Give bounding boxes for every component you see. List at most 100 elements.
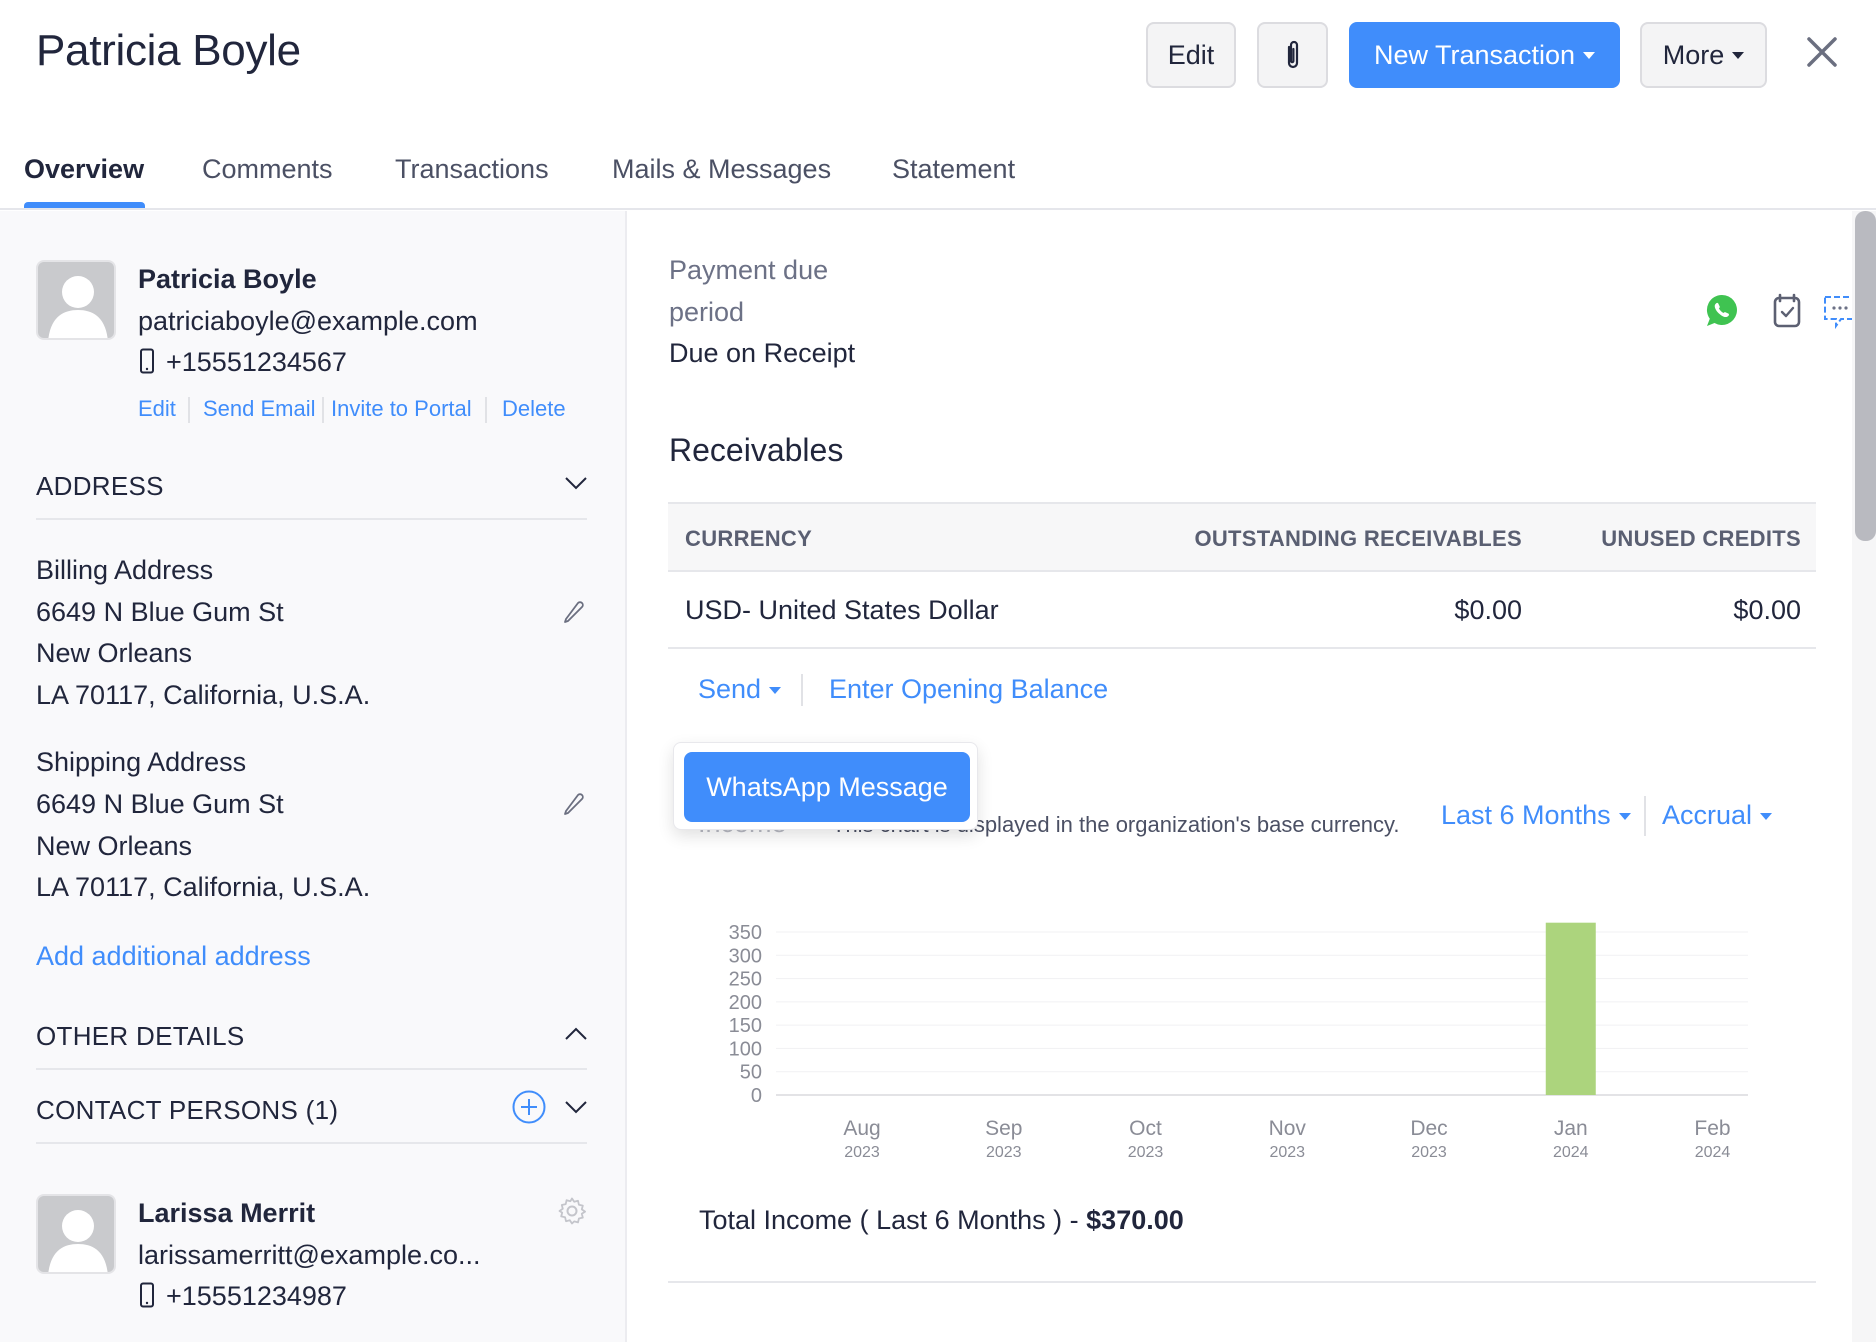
add-contact-person-icon[interactable]: [511, 1089, 547, 1125]
contact-name: Patricia Boyle: [138, 264, 317, 294]
contact-edit-link[interactable]: Edit: [138, 396, 176, 422]
separator: [322, 397, 324, 423]
y-tick-label: 350: [729, 922, 762, 944]
tab-mails-messages[interactable]: Mails & Messages: [612, 154, 831, 185]
x-tick-label: Dec: [1410, 1117, 1447, 1140]
contact-person-phone-row: +15551234987: [138, 1281, 347, 1312]
delete-contact-link[interactable]: Delete: [502, 396, 566, 422]
x-tick-label: Sep: [985, 1117, 1022, 1140]
enter-opening-balance-link[interactable]: Enter Opening Balance: [829, 674, 1108, 705]
total-income-value: $370.00: [1086, 1205, 1184, 1235]
caret-down-icon: [1760, 813, 1773, 821]
y-tick-label: 200: [729, 992, 762, 1014]
more-button[interactable]: More: [1640, 22, 1767, 88]
contact-persons-section-heading[interactable]: CONTACT PERSONS (1): [36, 1095, 338, 1126]
edit-billing-address-icon[interactable]: [562, 599, 584, 623]
chevron-up-icon[interactable]: [564, 1027, 588, 1041]
invite-to-portal-link[interactable]: Invite to Portal: [331, 396, 472, 422]
mobile-phone-icon: [140, 348, 154, 374]
x-tick-label: Oct: [1129, 1117, 1162, 1140]
divider: [36, 1142, 587, 1144]
x-tick-label: Aug: [843, 1117, 880, 1140]
currency-cell: USD- United States Dollar: [685, 595, 999, 625]
billing-address-line: 6649 N Blue Gum St: [36, 597, 284, 627]
settings-gear-icon[interactable]: [557, 1196, 587, 1226]
contact-person-avatar: [36, 1194, 116, 1274]
send-email-link[interactable]: Send Email: [203, 396, 316, 422]
user-placeholder-icon: [48, 276, 108, 338]
x-tick-label: Feb: [1694, 1117, 1730, 1140]
edit-button-label: Edit: [1167, 39, 1215, 70]
address-section-heading[interactable]: ADDRESS: [36, 471, 164, 502]
contact-sidebar: Patricia Boyle patriciaboyle@example.com…: [0, 211, 627, 1342]
tab-bar: Overview Comments Transactions Mails & M…: [0, 140, 1876, 330]
chevron-down-icon[interactable]: [564, 1100, 588, 1114]
outstanding-cell: $0.00: [1454, 595, 1522, 625]
basis-dropdown[interactable]: Accrual: [1662, 800, 1773, 831]
edit-button[interactable]: Edit: [1146, 22, 1236, 88]
contact-email: patriciaboyle@example.com: [138, 306, 478, 336]
scrollbar-thumb[interactable]: [1855, 211, 1876, 541]
new-transaction-label: New Transaction: [1373, 39, 1576, 70]
attach-button[interactable]: [1257, 22, 1328, 88]
new-transaction-button[interactable]: New Transaction: [1349, 22, 1620, 88]
send-dropdown-button[interactable]: Send: [698, 674, 782, 705]
send-label: Send: [698, 674, 762, 704]
x-tick-year-label: 2023: [986, 1144, 1022, 1161]
tab-transactions[interactable]: Transactions: [395, 154, 549, 185]
column-header-unused-credits: UNUSED CREDITS: [1601, 526, 1801, 551]
payment-due-label-line1: Payment due: [669, 255, 829, 285]
shipping-address-line: New Orleans: [36, 831, 193, 861]
table-row: USD- United States Dollar $0.00 $0.00: [668, 572, 1816, 649]
billing-address-line: LA 70117, California, U.S.A.: [36, 680, 371, 710]
x-tick-year-label: 2024: [1553, 1144, 1589, 1161]
payment-due-label-line2: period: [669, 297, 745, 327]
avatar: [36, 260, 116, 340]
contact-person-phone: +15551234987: [166, 1281, 347, 1311]
payment-due-value: Due on Receipt: [669, 338, 856, 368]
y-tick-label: 250: [729, 969, 762, 991]
tab-overview[interactable]: Overview: [24, 154, 144, 185]
billing-address-line: New Orleans: [36, 638, 193, 668]
x-tick-label: Jan: [1554, 1117, 1588, 1140]
chevron-down-icon[interactable]: [564, 476, 588, 490]
more-button-label: More: [1662, 39, 1725, 70]
edit-shipping-address-icon[interactable]: [562, 791, 584, 815]
send-dropdown-menu: WhatsApp Message: [673, 742, 978, 830]
column-header-outstanding: OUTSTANDING RECEIVABLES: [1194, 526, 1522, 551]
separator: [1644, 796, 1646, 836]
column-header-currency: CURRENCY: [685, 526, 813, 551]
close-button[interactable]: [1802, 32, 1842, 72]
period-label: Last 6 Months: [1441, 800, 1611, 830]
receivables-table-header: CURRENCY OUTSTANDING RECEIVABLES UNUSED …: [668, 502, 1816, 572]
billing-address-label: Billing Address: [36, 555, 214, 585]
x-tick-year-label: 2023: [1269, 1144, 1305, 1161]
divider: [668, 1281, 1816, 1283]
page-title: Patricia Boyle: [36, 26, 301, 75]
x-tick-year-label: 2023: [1411, 1144, 1447, 1161]
paperclip-icon: [1287, 40, 1298, 69]
y-tick-label: 150: [729, 1015, 762, 1037]
tab-comments[interactable]: Comments: [202, 154, 333, 185]
shipping-address-line: 6649 N Blue Gum St: [36, 789, 284, 819]
caret-down-icon: [769, 687, 782, 695]
add-additional-address-link[interactable]: Add additional address: [36, 941, 311, 972]
bar-jan: [1545, 922, 1596, 1095]
period-dropdown[interactable]: Last 6 Months: [1441, 800, 1631, 831]
total-income-label: Total Income ( Last 6 Months ) -: [699, 1205, 1087, 1235]
separator: [485, 397, 487, 423]
caret-down-icon: [1732, 51, 1745, 59]
user-placeholder-icon: [48, 1210, 108, 1272]
whatsapp-icon[interactable]: [1703, 292, 1741, 330]
contact-phone-row: +15551234567: [138, 347, 347, 378]
separator: [188, 397, 190, 423]
x-tick-label: Nov: [1269, 1117, 1307, 1140]
contact-phone: +15551234567: [166, 347, 347, 377]
calendar-check-icon[interactable]: [1768, 292, 1806, 330]
tab-statement[interactable]: Statement: [892, 154, 1015, 185]
shipping-address-label: Shipping Address: [36, 747, 247, 777]
separator: [801, 674, 803, 706]
whatsapp-message-option[interactable]: WhatsApp Message: [684, 752, 970, 822]
x-tick-year-label: 2023: [844, 1144, 880, 1161]
other-details-section-heading[interactable]: OTHER DETAILS: [36, 1021, 245, 1052]
